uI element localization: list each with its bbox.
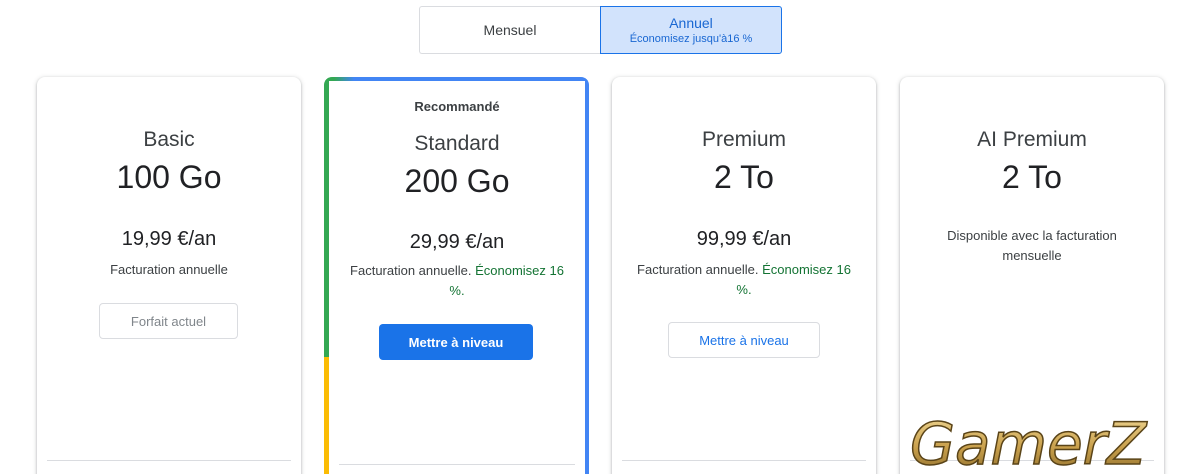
annual-billing-label: Annuel bbox=[669, 14, 713, 31]
plan-card-basic: Basic 100 Go 19,99 €/an Facturation annu… bbox=[37, 77, 301, 474]
plan-name: AI Premium bbox=[977, 128, 1087, 151]
current-plan-label: Forfait actuel bbox=[130, 313, 207, 329]
plan-card-standard-content: Recommandé Standard 200 Go 29,99 €/an Fa… bbox=[329, 81, 585, 474]
plan-price: 99,99 €/an bbox=[696, 228, 792, 250]
plan-billing-note: Facturation annuelle bbox=[57, 260, 281, 280]
billing-period-toggle: Mensuel Annuel Économisez jusqu'à16 % bbox=[419, 6, 782, 54]
upgrade-button-label: Mettre à niveau bbox=[699, 332, 789, 348]
watermark-logo: GamerZ bbox=[909, 409, 1148, 474]
plan-price: 19,99 €/an bbox=[121, 228, 217, 250]
plan-storage: 2 To bbox=[1002, 159, 1062, 195]
plan-price: 29,99 €/an bbox=[409, 231, 505, 253]
plan-storage: 2 To bbox=[714, 159, 774, 195]
plan-billing-note: Facturation annuelle. Économisez 16 %. bbox=[632, 260, 856, 300]
annual-billing-option[interactable]: Annuel Économisez jusqu'à16 % bbox=[600, 6, 782, 54]
monthly-billing-label: Mensuel bbox=[483, 22, 537, 38]
plan-name: Standard bbox=[414, 132, 500, 155]
availability-note: Disponible avec la facturation mensuelle bbox=[947, 228, 1117, 263]
billing-text: Facturation annuelle bbox=[110, 262, 228, 277]
recommended-badge: Recommandé bbox=[414, 99, 500, 114]
upgrade-button[interactable]: Mettre à niveau bbox=[668, 322, 820, 358]
card-divider bbox=[339, 464, 575, 465]
plan-storage: 200 Go bbox=[404, 163, 510, 199]
card-divider bbox=[622, 460, 866, 461]
watermark-text: GamerZ bbox=[910, 410, 1148, 474]
plan-card-premium: Premium 2 To 99,99 €/an Facturation annu… bbox=[612, 77, 876, 474]
card-divider bbox=[47, 460, 291, 461]
annual-savings-note: Économisez jusqu'à16 % bbox=[629, 32, 753, 45]
upgrade-button-label: Mettre à niveau bbox=[408, 334, 504, 350]
plan-billing-note: Facturation annuelle. Économisez 16 %. bbox=[349, 261, 565, 301]
plan-name: Premium bbox=[701, 128, 786, 151]
upgrade-button[interactable]: Mettre à niveau bbox=[379, 324, 533, 360]
billing-text: Facturation annuelle. bbox=[637, 262, 759, 277]
monthly-billing-option[interactable]: Mensuel bbox=[419, 6, 600, 54]
recommended-frame-right bbox=[585, 77, 589, 474]
plan-name: Basic bbox=[143, 128, 195, 151]
current-plan-button[interactable]: Forfait actuel bbox=[99, 303, 238, 339]
plan-card-standard: Recommandé Standard 200 Go 29,99 €/an Fa… bbox=[324, 77, 589, 474]
plan-storage: 100 Go bbox=[116, 159, 222, 195]
billing-text: Facturation annuelle. bbox=[350, 263, 472, 278]
